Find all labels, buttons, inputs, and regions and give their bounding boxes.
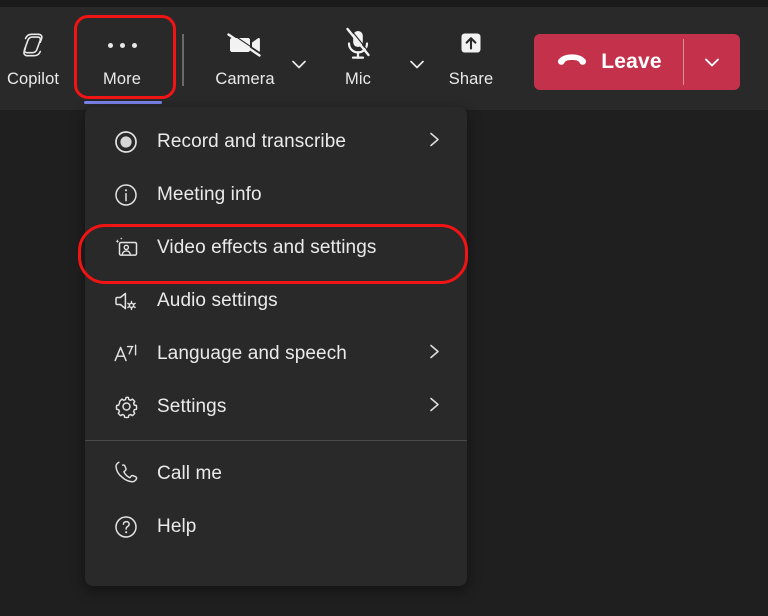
submenu-chevron-right-icon	[425, 341, 443, 366]
submenu-chevron-right-icon	[425, 394, 443, 419]
help-icon	[111, 512, 141, 542]
menu-item-call-me-label: Call me	[157, 462, 223, 484]
video-effects-icon	[111, 233, 141, 263]
hang-up-icon	[555, 50, 589, 75]
leave-button-group: Leave	[534, 34, 740, 90]
language-icon	[111, 339, 141, 369]
menu-item-call-me[interactable]: Call me	[85, 447, 467, 500]
toolbar-button-share-label: Share	[448, 70, 494, 88]
leave-button-label: Leave	[601, 50, 662, 73]
toolbar-divider	[182, 34, 184, 86]
camera-options-chevron-down-icon[interactable]	[286, 51, 312, 77]
toolbar-button-copilot-label: Copilot	[6, 70, 60, 88]
info-icon	[111, 180, 141, 210]
menu-item-meeting-info[interactable]: Meeting info	[85, 168, 467, 221]
toolbar-button-copilot[interactable]: Copilot	[2, 23, 64, 89]
record-icon	[111, 127, 141, 157]
teams-meeting-toolbar-screen: Copilot More Camera Mic Share Leave Reco…	[0, 0, 768, 616]
toolbar-button-more-label: More	[103, 70, 141, 88]
toolbar-button-share[interactable]: Share	[430, 23, 512, 89]
more-dots-icon	[107, 23, 137, 67]
toolbar-button-mic-label: Mic	[345, 70, 371, 88]
menu-group-divider	[85, 440, 467, 441]
more-active-underline	[84, 101, 162, 104]
menu-item-video-effects-and-settings-label: Video effects and settings	[157, 236, 377, 258]
menu-item-help-label: Help	[157, 515, 197, 537]
menu-item-audio-settings[interactable]: Audio settings	[85, 274, 467, 327]
window-top-edge	[0, 0, 768, 7]
toolbar-button-camera-label: Camera	[215, 70, 275, 88]
menu-item-settings-label: Settings	[157, 395, 227, 417]
menu-item-help[interactable]: Help	[85, 500, 467, 553]
phone-icon	[111, 459, 141, 489]
toolbar-button-camera[interactable]: Camera	[198, 23, 292, 89]
menu-item-language-and-speech[interactable]: Language and speech	[85, 327, 467, 380]
menu-item-settings[interactable]: Settings	[85, 380, 467, 433]
menu-item-language-and-speech-label: Language and speech	[157, 342, 347, 364]
submenu-chevron-right-icon	[425, 129, 443, 154]
meeting-toolbar: Copilot More Camera Mic Share Leave	[0, 7, 768, 110]
menu-item-meeting-info-label: Meeting info	[157, 183, 262, 205]
menu-item-record-and-transcribe-label: Record and transcribe	[157, 130, 347, 152]
toolbar-button-mic[interactable]: Mic	[320, 23, 396, 89]
toolbar-button-more[interactable]: More	[77, 23, 167, 89]
mic-off-icon	[340, 23, 376, 67]
speaker-settings-icon	[111, 286, 141, 316]
more-options-menu: Record and transcribe Meeting info Video…	[85, 107, 467, 586]
leave-options-chevron-down-icon[interactable]	[684, 34, 740, 90]
menu-item-record-and-transcribe[interactable]: Record and transcribe	[85, 115, 467, 168]
copilot-icon	[15, 23, 51, 67]
mic-options-chevron-down-icon[interactable]	[404, 51, 430, 77]
menu-item-audio-settings-label: Audio settings	[157, 289, 278, 311]
gear-icon	[111, 392, 141, 422]
camera-off-icon	[224, 23, 266, 67]
menu-item-video-effects-and-settings[interactable]: Video effects and settings	[85, 221, 467, 274]
share-screen-icon	[454, 23, 488, 67]
leave-button[interactable]: Leave	[534, 34, 683, 90]
